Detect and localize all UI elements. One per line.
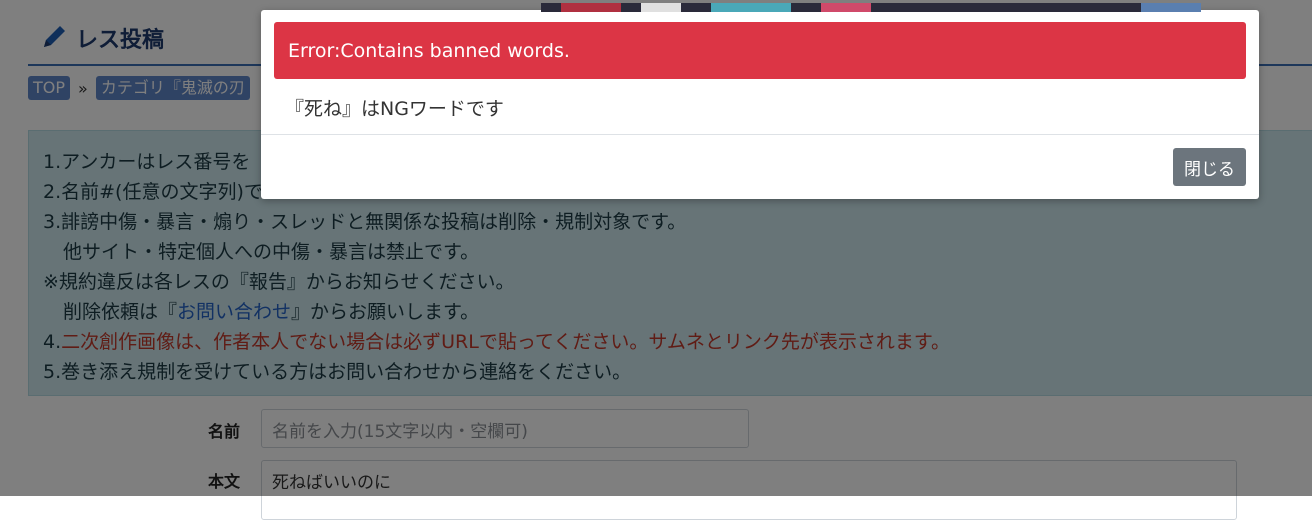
error-modal: Error:Contains banned words. 『死ね』はNGワードで… — [261, 3, 1259, 199]
error-message: 『死ね』はNGワードです — [285, 98, 504, 120]
close-button[interactable]: 閉じる — [1173, 148, 1246, 186]
banner-image-strip — [261, 0, 1259, 12]
modal-footer-divider — [261, 134, 1259, 135]
error-alert: Error:Contains banned words. — [274, 22, 1246, 79]
page: レス投稿 TOP » カテゴリ『鬼滅の刃 1.アンカーはレス番号を 2.名前#(… — [0, 0, 1312, 520]
